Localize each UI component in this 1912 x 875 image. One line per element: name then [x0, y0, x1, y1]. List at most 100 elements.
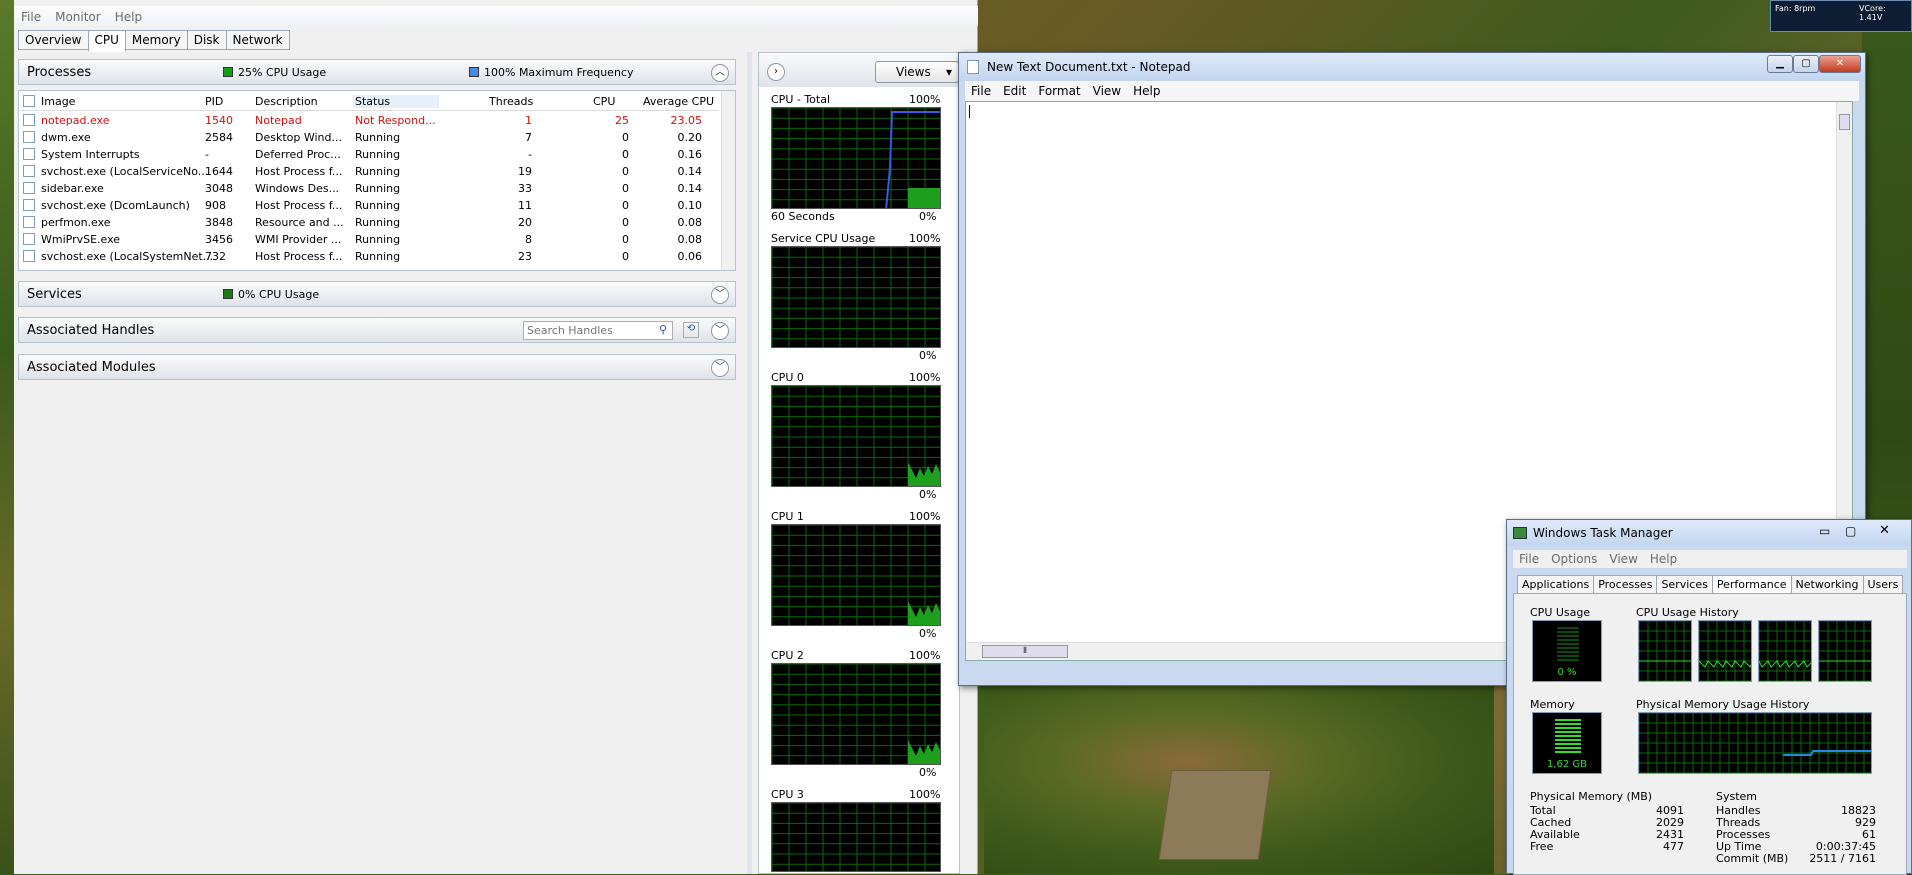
status-cell: Running [355, 182, 401, 195]
tm-maximize-button[interactable]: ▢ [1845, 524, 1856, 538]
horizontal-scroll-thumb[interactable]: ⦀ [982, 645, 1068, 658]
col-status[interactable]: Status [353, 95, 439, 108]
collapse-processes-icon[interactable]: ︿ [711, 64, 729, 82]
pid-cell: 1644 [205, 165, 233, 178]
processes-scrollbar[interactable] [721, 91, 735, 270]
table-row[interactable]: perfmon.exe 3848 Resource and ... Running 20… [19, 214, 719, 231]
description-cell: Desktop Wind... [255, 131, 342, 144]
row-checkbox[interactable] [23, 165, 35, 177]
resource-monitor-window: File Monitor Help Overview CPU Memory Disk Net… [14, 0, 978, 874]
graph-max-label: 100% [909, 649, 941, 662]
table-row[interactable]: WmiPrvSE.exe 3456 WMI Provider ... Running 8… [19, 231, 719, 248]
table-row[interactable]: svchost.exe (LocalSystemNet... 732 Host Pr… [19, 248, 719, 265]
cpu-meter-bars [1557, 627, 1579, 663]
notepad-title-bar[interactable]: New Text Document.txt - Notepad ▁ ▢ ✕ [959, 53, 1865, 81]
tm-close-button[interactable]: ✕ [1879, 523, 1890, 538]
processes-table: Image PID Description Status Threads CPU… [18, 90, 736, 271]
tm-title-bar[interactable]: Windows Task Manager ▭ ▢ ✕ [1507, 520, 1911, 546]
maximize-button[interactable]: ▢ [1793, 55, 1819, 73]
row-checkbox[interactable] [23, 148, 35, 160]
expand-modules-icon[interactable]: ﹀ [711, 359, 729, 377]
average-cpu-cell: 0.08 [677, 216, 703, 229]
tab-applications[interactable]: Applications [1517, 575, 1595, 594]
table-row[interactable]: svchost.exe (LocalServiceNo... 1644 Host P… [19, 163, 719, 180]
row-checkbox[interactable] [23, 233, 35, 245]
cpu-usage-meter: 0 % [1532, 620, 1602, 682]
tab-network[interactable]: Network [225, 30, 290, 50]
rm-menu-file[interactable]: File [14, 6, 48, 28]
np-menu-edit[interactable]: Edit [997, 81, 1032, 101]
tm-menu-options[interactable]: Options [1545, 550, 1603, 568]
table-row[interactable]: notepad.exe 1540 Notepad Not Respond... 1 25 2… [19, 112, 719, 129]
col-threads[interactable]: Threads [489, 95, 533, 108]
tab-networking[interactable]: Networking [1790, 575, 1864, 594]
tab-disk[interactable]: Disk [186, 30, 227, 50]
processes-section-header[interactable]: Processes 25% CPU Usage 100% Maximum Fre… [18, 59, 736, 85]
notepad-menu-bar: File Edit Format View Help [965, 81, 1859, 101]
memory-history-graph [1638, 712, 1872, 774]
refresh-icon[interactable]: ⟲ [683, 322, 699, 338]
services-section-header[interactable]: Services 0% CPU Usage ﹀ [18, 281, 736, 307]
tm-menu-file[interactable]: File [1513, 550, 1545, 568]
col-cpu[interactable]: CPU [593, 95, 615, 108]
modules-section-header[interactable]: Associated Modules ﹀ [18, 354, 736, 380]
col-image[interactable]: Image [41, 95, 75, 108]
np-menu-view[interactable]: View [1087, 81, 1127, 101]
tab-overview[interactable]: Overview [18, 30, 89, 50]
rm-menu-help[interactable]: Help [108, 6, 149, 28]
row-checkbox[interactable] [23, 216, 35, 228]
text-caret [969, 105, 970, 118]
col-description[interactable]: Description [255, 95, 318, 108]
row-checkbox[interactable] [23, 131, 35, 143]
tm-menu-view[interactable]: View [1603, 550, 1643, 568]
system-value: 2511 / 7161 [1809, 852, 1876, 865]
tm-menu-help[interactable]: Help [1644, 550, 1683, 568]
handles-section-header[interactable]: Associated Handles ⚲ ⟲ ﹀ [18, 317, 736, 343]
np-menu-file[interactable]: File [965, 81, 997, 101]
collapse-panel-icon[interactable]: › [767, 63, 785, 81]
np-menu-format[interactable]: Format [1032, 81, 1086, 101]
col-pid[interactable]: PID [205, 95, 223, 108]
threads-cell: 19 [518, 165, 532, 178]
search-icon[interactable]: ⚲ [659, 323, 667, 336]
minimize-button[interactable]: ▁ [1767, 55, 1793, 73]
select-all-checkbox[interactable] [23, 95, 35, 107]
tab-cpu[interactable]: CPU [87, 30, 126, 52]
search-handles-input[interactable] [523, 321, 673, 340]
tab-services[interactable]: Services [1656, 575, 1713, 594]
table-row[interactable]: System Interrupts - Deferred Proc... Runnin… [19, 146, 719, 163]
expand-handles-icon[interactable]: ﹀ [711, 322, 729, 340]
row-checkbox[interactable] [23, 114, 35, 126]
vertical-scroll-thumb[interactable] [1839, 114, 1850, 130]
cpu-core-history-graph [1818, 620, 1872, 682]
table-row[interactable]: dwm.exe 2584 Desktop Wind... Running 7 0 0.20 [19, 129, 719, 146]
views-button[interactable]: Views ▾ [875, 61, 959, 83]
tm-minimize-button[interactable]: ▭ [1819, 524, 1830, 538]
cpu-cell: 25 [615, 114, 629, 127]
expand-services-icon[interactable]: ﹀ [711, 286, 729, 304]
col-average-cpu[interactable]: Average CPU [643, 95, 714, 108]
processes-title: Processes [27, 64, 92, 80]
status-cell: Running [355, 131, 401, 144]
views-label: Views [896, 65, 931, 79]
row-checkbox[interactable] [23, 199, 35, 211]
graph-max-label: 100% [909, 788, 941, 801]
table-row[interactable]: svchost.exe (DcomLaunch) 908 Host Process … [19, 197, 719, 214]
cpu-cell: 0 [622, 233, 629, 246]
tab-performance[interactable]: Performance [1711, 575, 1792, 594]
tab-users[interactable]: Users [1862, 575, 1904, 594]
threads-cell: 8 [525, 233, 532, 246]
row-checkbox[interactable] [23, 250, 35, 262]
close-button[interactable]: ✕ [1819, 55, 1861, 73]
task-manager-icon [1513, 527, 1527, 539]
panel-splitter[interactable] [747, 52, 752, 874]
np-menu-help[interactable]: Help [1127, 81, 1166, 101]
row-checkbox[interactable] [23, 182, 35, 194]
memory-history-svg [1639, 713, 1871, 773]
fan-speed-label: Fan: 8rpm [1775, 4, 1816, 13]
rm-menu-monitor[interactable]: Monitor [48, 6, 108, 28]
table-row[interactable]: sidebar.exe 3048 Windows Des... Running 33 0 0… [19, 180, 719, 197]
tab-processes[interactable]: Processes [1593, 575, 1658, 594]
tab-memory[interactable]: Memory [124, 30, 188, 50]
threads-cell: 11 [518, 199, 532, 212]
